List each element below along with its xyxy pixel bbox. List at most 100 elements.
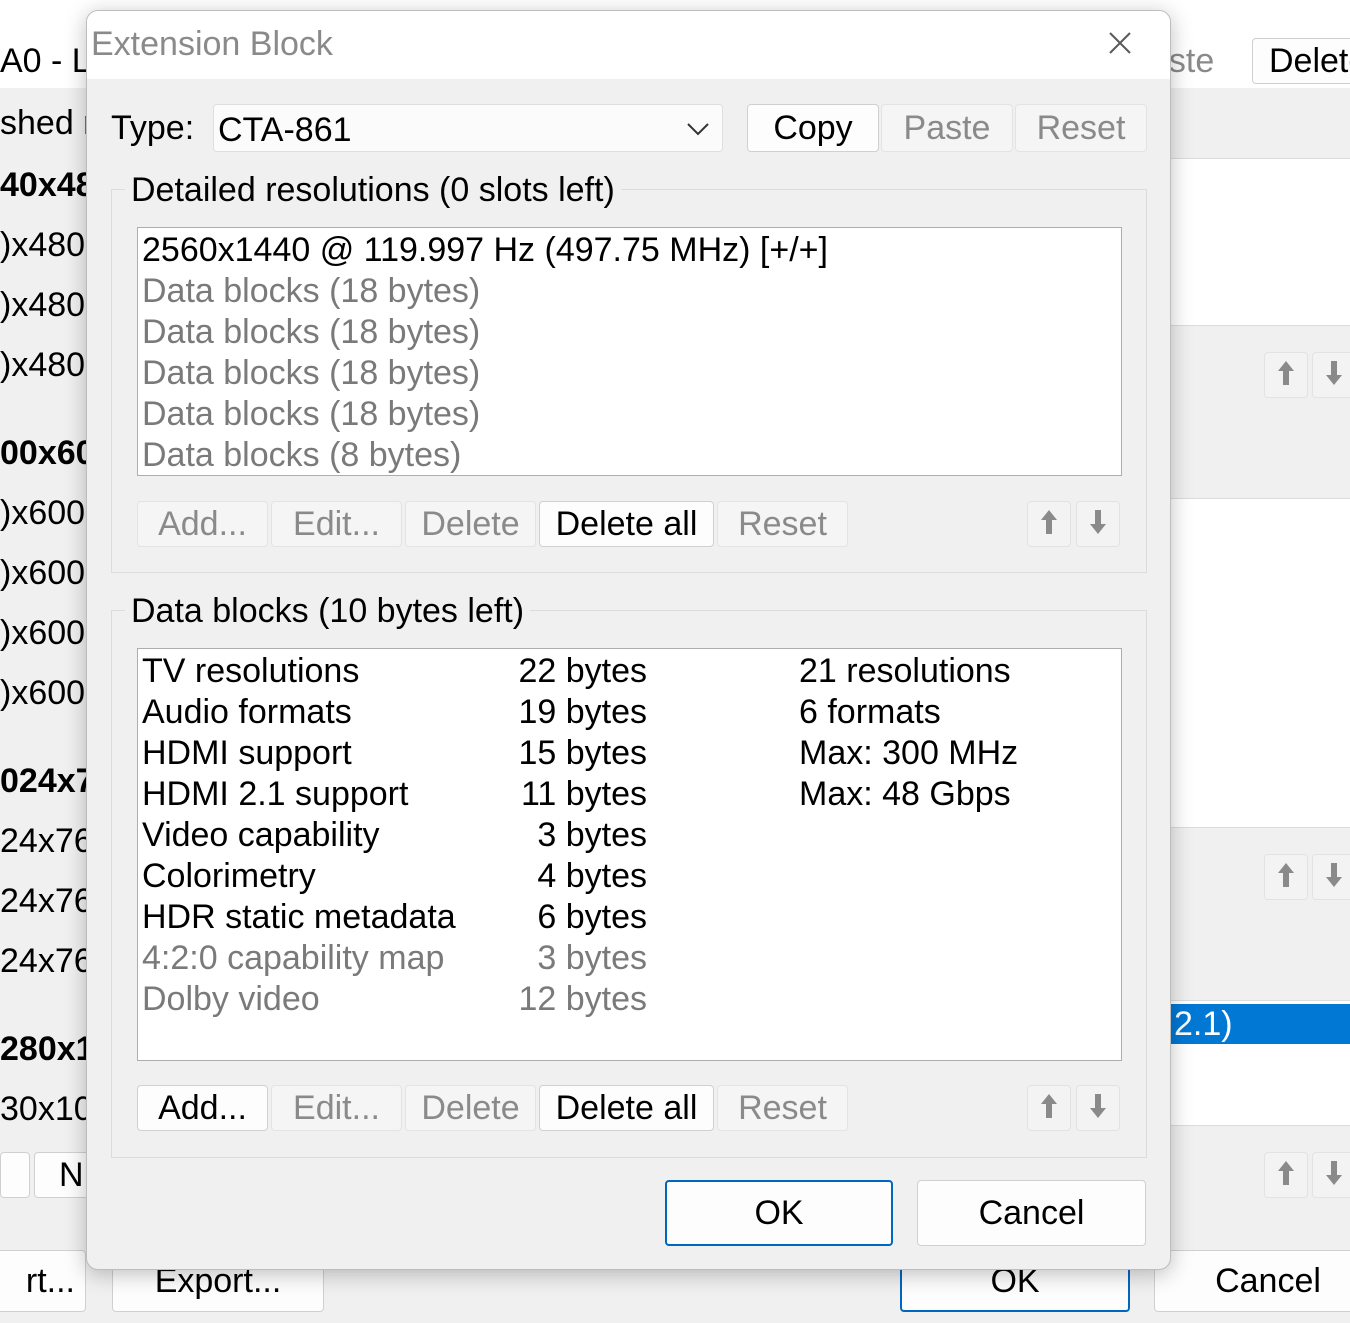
background-panel-1 — [1170, 158, 1350, 326]
data-blocks-add-button[interactable]: Add... — [137, 1085, 268, 1131]
data-block-item[interactable]: HDMI support 15 bytes Max: 300 MHz — [142, 733, 1117, 774]
data-block-item[interactable]: Dolby video 12 bytes — [142, 979, 1117, 1020]
data-block-size: 4 bytes — [537, 857, 647, 895]
background-cancel-button[interactable]: Cancel — [1154, 1250, 1350, 1312]
data-block-info: 21 resolutions — [799, 652, 1011, 690]
data-block-size: 22 bytes — [518, 652, 647, 690]
detailed-resolution-item[interactable]: Data blocks (18 bytes) — [142, 271, 480, 312]
background-row[interactable]: )x600 — [0, 554, 85, 593]
detailed-delete-label: Delete — [421, 504, 520, 543]
data-blocks-delete-all-button[interactable]: Delete all — [539, 1085, 714, 1131]
background-row[interactable]: 00x60 — [0, 434, 95, 473]
data-blocks-reset-label: Reset — [738, 1088, 827, 1127]
detailed-resolutions-list[interactable]: 2560x1440 @ 119.997 Hz (497.75 MHz) [+/+… — [137, 227, 1122, 476]
data-block-name: Video capability — [142, 816, 380, 854]
type-dropdown[interactable]: CTA-861 — [213, 104, 723, 152]
data-blocks-move-up-button[interactable] — [1027, 1085, 1071, 1131]
data-blocks-move-down-button[interactable] — [1076, 1085, 1120, 1131]
data-block-info: 6 formats — [799, 693, 941, 731]
detailed-resolutions-title: Detailed resolutions (0 slots left) — [125, 171, 621, 210]
arrow-down-icon — [1087, 1092, 1109, 1125]
detailed-move-down-button[interactable] — [1076, 501, 1120, 547]
data-block-item[interactable]: HDMI 2.1 support 11 bytes Max: 48 Gbps — [142, 774, 1117, 815]
detailed-add-label: Add... — [158, 504, 247, 543]
type-reset-button[interactable]: Reset — [1015, 104, 1147, 152]
data-block-info: Max: 48 Gbps — [799, 775, 1011, 813]
background-status: shed r — [0, 104, 95, 142]
data-block-size: 6 bytes — [537, 898, 647, 936]
paste-button[interactable]: Paste — [881, 104, 1013, 152]
copy-label: Copy — [773, 108, 853, 147]
detailed-reset-button[interactable]: Reset — [717, 501, 848, 547]
detailed-resolution-item[interactable]: 2560x1440 @ 119.997 Hz (497.75 MHz) [+/+… — [142, 230, 828, 271]
arrow-up-icon — [1038, 1092, 1060, 1125]
ok-button[interactable]: OK — [665, 1180, 893, 1246]
background-row[interactable]: )x600 — [0, 674, 85, 713]
data-block-item[interactable]: Audio formats 19 bytes 6 formats — [142, 692, 1117, 733]
data-blocks-edit-button[interactable]: Edit... — [271, 1085, 402, 1131]
background-import-button[interactable]: rt... — [0, 1250, 86, 1312]
data-block-size: 11 bytes — [520, 775, 647, 813]
dialog-titlebar: Extension Block — [87, 11, 1170, 79]
background-move-down-button-1[interactable] — [1312, 352, 1350, 398]
detailed-edit-label: Edit... — [293, 504, 380, 543]
background-move-up-button-3[interactable] — [1264, 1152, 1308, 1198]
type-label: Type: — [111, 109, 195, 147]
background-move-down-button-2[interactable] — [1312, 854, 1350, 900]
arrow-down-icon — [1323, 359, 1345, 392]
data-block-size: 3 bytes — [537, 939, 647, 977]
background-row[interactable]: )x600 — [0, 494, 85, 533]
detailed-delete-button[interactable]: Delete — [405, 501, 536, 547]
background-move-up-button-2[interactable] — [1264, 854, 1308, 900]
data-block-name: HDR static metadata — [142, 898, 456, 936]
detailed-resolution-item[interactable]: Data blocks (8 bytes) — [142, 435, 461, 476]
dialog-title: Extension Block — [91, 25, 333, 63]
extension-block-dialog: Extension Block Type: CTA-861 Copy Paste… — [86, 10, 1171, 1270]
arrow-up-icon — [1275, 1159, 1297, 1192]
data-block-item[interactable]: Video capability 3 bytes — [142, 815, 1117, 856]
type-reset-label: Reset — [1036, 108, 1126, 147]
data-blocks-reset-button[interactable]: Reset — [717, 1085, 848, 1131]
detailed-add-button[interactable]: Add... — [137, 501, 268, 547]
type-dropdown-value: CTA-861 — [218, 111, 352, 149]
background-move-up-button-1[interactable] — [1264, 352, 1308, 398]
data-block-size: 12 bytes — [518, 980, 647, 1018]
background-row[interactable]: )x480 — [0, 286, 85, 325]
data-block-name: HDMI support — [142, 734, 352, 772]
cancel-button[interactable]: Cancel — [917, 1180, 1146, 1246]
detailed-resolution-item[interactable]: Data blocks (18 bytes) — [142, 394, 480, 435]
detailed-delete-all-button[interactable]: Delete all — [539, 501, 714, 547]
chevron-down-icon — [686, 117, 710, 146]
data-block-size: 15 bytes — [518, 734, 647, 772]
data-blocks-list[interactable]: TV resolutions 22 bytes 21 resolutions Audi… — [137, 648, 1122, 1061]
data-block-item[interactable]: Colorimetry 4 bytes — [142, 856, 1117, 897]
close-button[interactable] — [1097, 25, 1143, 65]
detailed-resolution-item[interactable]: Data blocks (18 bytes) — [142, 312, 480, 353]
background-small-button[interactable] — [0, 1152, 30, 1198]
copy-button[interactable]: Copy — [747, 104, 879, 152]
data-blocks-delete-button[interactable]: Delete — [405, 1085, 536, 1131]
data-block-item[interactable]: 4:2:0 capability map 3 bytes — [142, 938, 1117, 979]
detailed-edit-button[interactable]: Edit... — [271, 501, 402, 547]
data-blocks-title: Data blocks (10 bytes left) — [125, 592, 531, 631]
arrow-up-icon — [1038, 508, 1060, 541]
ok-label: OK — [754, 1193, 804, 1232]
background-selected-item[interactable]: 2.1) — [1170, 1004, 1350, 1044]
background-row[interactable]: )x600 — [0, 614, 85, 653]
background-row[interactable]: 280x1 — [0, 1030, 95, 1069]
background-row[interactable]: )x480 — [0, 226, 85, 265]
data-block-item[interactable]: TV resolutions 22 bytes 21 resolutions — [142, 651, 1117, 692]
background-row[interactable]: 024x7 — [0, 762, 95, 801]
detailed-move-up-button[interactable] — [1027, 501, 1071, 547]
detailed-resolution-item[interactable]: Data blocks (18 bytes) — [142, 353, 480, 394]
background-delete-button[interactable]: Delete — [1252, 38, 1350, 84]
background-move-down-button-3[interactable] — [1312, 1152, 1350, 1198]
background-row[interactable]: )x480 — [0, 346, 85, 385]
data-block-item[interactable]: HDR static metadata 6 bytes — [142, 897, 1117, 938]
data-blocks-add-label: Add... — [158, 1088, 247, 1127]
data-block-name: Audio formats — [142, 693, 352, 731]
background-delete-label: Delete — [1269, 41, 1350, 80]
data-block-size: 3 bytes — [537, 816, 647, 854]
background-row[interactable]: 40x48 — [0, 166, 95, 205]
data-blocks-delete-all-label: Delete all — [555, 1088, 698, 1127]
